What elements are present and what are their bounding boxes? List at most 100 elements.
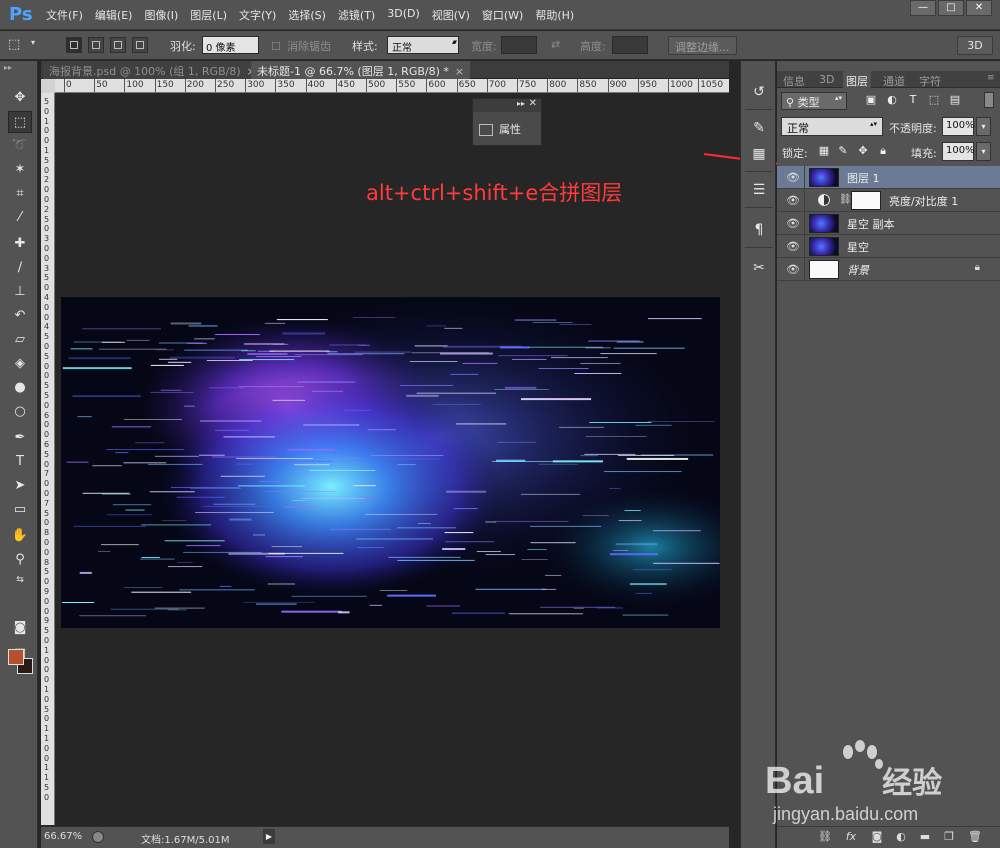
close-button[interactable]: ✕ — [966, 0, 992, 16]
minimize-button[interactable]: — — [910, 0, 936, 16]
layer-mask-thumbnail[interactable] — [851, 191, 881, 210]
visibility-eye-icon[interactable]: 👁︎ — [786, 217, 800, 230]
opacity-input[interactable]: 100% — [942, 117, 975, 136]
layer-comps-panel-icon[interactable]: ☰ — [747, 179, 771, 201]
rectangle-tool-icon[interactable]: ▭ — [8, 499, 32, 521]
layer-row[interactable]: 👁︎ 星空 副本 — [777, 212, 1000, 235]
fill-input[interactable]: 100% — [942, 142, 975, 161]
type-tool-icon[interactable]: T — [8, 451, 32, 473]
shape-filter-icon[interactable]: ⬚ — [927, 93, 941, 107]
close-icon[interactable]: ✕ — [529, 98, 537, 109]
zoom-tool-icon[interactable]: ⚲ — [8, 549, 32, 571]
tab-channels[interactable]: 通道 — [883, 73, 905, 89]
dodge-tool-icon[interactable]: ○ — [8, 401, 32, 423]
menu-window[interactable]: 窗口(W) — [482, 7, 523, 23]
tab-poster-background[interactable]: 海报背景.psd @ 100% (组 1, RGB/8)× — [43, 61, 262, 79]
collapse-arrows-icon[interactable]: ▸▸ — [517, 99, 525, 108]
adjustment-filter-icon[interactable]: ◐ — [885, 93, 899, 107]
status-info-icon[interactable] — [92, 831, 104, 843]
delete-layer-icon[interactable]: 🗑︎ — [967, 830, 983, 846]
paint-bucket-tool-icon[interactable]: ◈ — [8, 353, 32, 375]
refine-edge-button[interactable]: 调整边缘... — [668, 36, 737, 55]
brush-presets-panel-icon[interactable]: ✎ — [747, 117, 771, 139]
lock-position-icon[interactable]: ✥ — [856, 144, 870, 158]
menu-help[interactable]: 帮助(H) — [535, 7, 574, 23]
brush-panel-icon[interactable]: ▦ — [747, 143, 771, 165]
eraser-tool-icon[interactable]: ▱ — [8, 329, 32, 351]
style-select[interactable]: 正常 — [387, 36, 459, 54]
new-layer-icon[interactable]: ❐ — [941, 830, 957, 846]
link-layers-icon[interactable]: ⛓︎ — [817, 830, 833, 846]
tab-info[interactable]: 信息 — [783, 73, 805, 89]
eyedropper-tool-icon[interactable]: ⁄ — [8, 207, 32, 229]
status-menu-arrow-icon[interactable]: ▶ — [263, 829, 275, 844]
menu-3d[interactable]: 3D(D) — [387, 7, 420, 23]
lock-image-icon[interactable]: ✎ — [836, 144, 850, 158]
toolbar-grip-icon[interactable]: ▸▸ — [4, 63, 12, 72]
lock-transparent-icon[interactable]: ▦ — [817, 144, 831, 158]
visibility-eye-icon[interactable]: 👁︎ — [786, 240, 800, 253]
feather-input[interactable]: 0 像素 — [202, 36, 259, 54]
menu-select[interactable]: 选择(S) — [288, 7, 326, 23]
visibility-eye-icon[interactable]: 👁︎ — [786, 171, 800, 184]
layer-kind-filter[interactable]: ⚲ 类型 ▴▾ — [781, 92, 847, 110]
blend-mode-select[interactable]: 正常 ▴▾ — [781, 117, 883, 136]
hand-tool-icon[interactable]: ✋ — [8, 525, 32, 547]
type-filter-icon[interactable]: T — [906, 93, 920, 107]
path-selection-tool-icon[interactable]: ➤ — [8, 475, 32, 497]
opacity-dropdown-icon[interactable]: ▾ — [976, 117, 991, 136]
menu-file[interactable]: 文件(F) — [46, 7, 83, 23]
layer-row[interactable]: 👁︎ 星空 — [777, 235, 1000, 258]
menu-filter[interactable]: 滤镜(T) — [338, 7, 375, 23]
move-tool-icon[interactable]: ✥ — [8, 87, 32, 109]
crop-tool-icon[interactable]: ⌗ — [8, 183, 32, 205]
new-adjustment-icon[interactable]: ◐ — [893, 830, 909, 846]
lock-all-icon[interactable]: 🔒︎ — [876, 144, 890, 158]
add-selection-button[interactable] — [88, 37, 104, 53]
magic-wand-tool-icon[interactable]: ✶ — [8, 159, 32, 181]
history-panel-icon[interactable]: ↺ — [747, 81, 771, 103]
menu-edit[interactable]: 编辑(E) — [95, 7, 133, 23]
height-input[interactable] — [612, 36, 648, 54]
width-input[interactable] — [501, 36, 537, 54]
layer-row[interactable]: 👁︎ 图层 1 — [777, 166, 1000, 189]
pen-tool-icon[interactable]: ✒ — [8, 427, 32, 449]
tab-3d[interactable]: 3D — [819, 73, 834, 86]
tab-character[interactable]: 字符 — [919, 73, 941, 89]
clone-stamp-tool-icon[interactable]: ⊥ — [8, 281, 32, 303]
tool-preset-dropdown-icon[interactable]: ▾ — [31, 38, 35, 47]
tab-layers[interactable]: 图层 — [843, 71, 871, 88]
properties-panel-header[interactable]: ▸▸ ✕ — [473, 98, 541, 112]
link-chain-icon[interactable]: ⛓︎ — [839, 194, 852, 205]
brush-tool-icon[interactable]: ∕ — [8, 257, 32, 279]
filter-toggle[interactable] — [984, 92, 994, 108]
healing-brush-tool-icon[interactable]: ✚ — [8, 233, 32, 255]
properties-button[interactable]: 属性 — [479, 121, 537, 139]
menu-image[interactable]: 图像(I) — [144, 7, 178, 23]
panel-menu-icon[interactable]: ≡ — [987, 73, 995, 83]
new-selection-button[interactable] — [66, 37, 82, 53]
pixel-filter-icon[interactable]: ▣ — [864, 93, 878, 107]
menu-layer[interactable]: 图层(L) — [190, 7, 227, 23]
antialias-checkbox[interactable]: ☐ — [271, 40, 281, 53]
menu-view[interactable]: 视图(V) — [432, 7, 470, 23]
swap-colors-icon[interactable]: ⇆ — [8, 569, 32, 591]
add-mask-icon[interactable]: ◙ — [869, 830, 885, 846]
marquee-tool-icon[interactable]: ⬚ — [8, 37, 20, 52]
new-group-icon[interactable]: ▬ — [917, 830, 933, 846]
subtract-selection-button[interactable] — [110, 37, 126, 53]
paragraph-panel-icon[interactable]: ¶ — [747, 219, 771, 241]
fill-dropdown-icon[interactable]: ▾ — [976, 142, 991, 161]
swap-icon[interactable]: ⇄ — [551, 38, 560, 51]
foreground-color-swatch[interactable] — [8, 649, 24, 665]
visibility-eye-icon[interactable]: 👁︎ — [786, 194, 800, 207]
smart-object-filter-icon[interactable]: ▤ — [948, 93, 962, 107]
tab-untitled-1[interactable]: 未标题-1 @ 66.7% (图层 1, RGB/8) * × — [251, 61, 471, 79]
blur-tool-icon[interactable]: ● — [8, 377, 32, 399]
history-brush-tool-icon[interactable]: ↶ — [8, 305, 32, 327]
visibility-eye-icon[interactable]: 👁︎ — [786, 263, 800, 276]
workspace-3d-button[interactable]: 3D — [957, 36, 993, 55]
menu-type[interactable]: 文字(Y) — [239, 7, 276, 23]
layer-row[interactable]: 👁︎ ⛓︎ 亮度/对比度 1 — [777, 189, 1000, 212]
layer-style-icon[interactable]: fx — [843, 830, 859, 846]
